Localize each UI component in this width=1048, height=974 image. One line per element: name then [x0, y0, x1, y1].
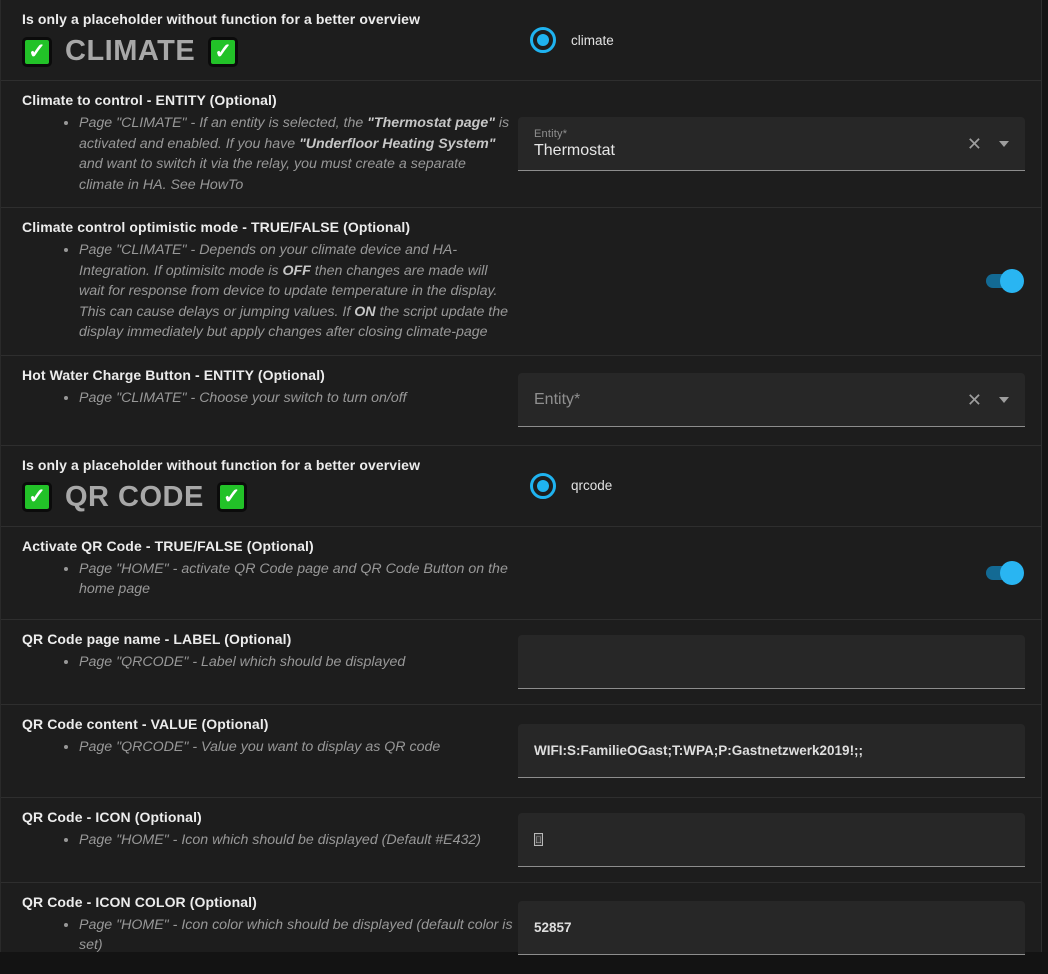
row-title: Activate QR Code - TRUE/FALSE (Optional) — [22, 537, 514, 556]
bullet-line: Page "HOME" - activate QR Code page and … — [79, 559, 514, 600]
row-description: Page "CLIMATE" - Depends on your climate… — [22, 240, 514, 343]
row-description: Page "CLIMATE" - Choose your switch to t… — [22, 388, 514, 409]
config-row-climate-header: Is only a placeholder without function f… — [1, 0, 1041, 80]
toggle-optimistic-mode[interactable] — [986, 269, 1024, 293]
clear-icon[interactable]: ✕ — [967, 391, 982, 409]
bullet-line: Page "CLIMATE" - If an entity is selecte… — [79, 113, 514, 195]
missing-glyph-icon:  — [534, 833, 543, 846]
row-title: Climate to control - ENTITY (Optional) — [22, 91, 514, 110]
field-label: Entity* — [534, 391, 967, 409]
row-description: Page "HOME" - Icon which should be displ… — [22, 830, 514, 851]
bullet-line: Page "CLIMATE" - Depends on your climate… — [79, 240, 514, 343]
radio-button-icon[interactable] — [530, 27, 556, 53]
config-row-qrcode-page-name: QR Code page name - LABEL (Optional) Pag… — [1, 619, 1041, 704]
check-emoji-icon: ✓ — [22, 37, 52, 67]
chevron-down-icon[interactable] — [999, 141, 1009, 147]
field-label: Entity* — [534, 128, 967, 140]
row-title: QR Code page name - LABEL (Optional) — [22, 630, 514, 649]
config-row-activate-qrcode: Activate QR Code - TRUE/FALSE (Optional)… — [1, 526, 1041, 619]
config-row-qrcode-header: Is only a placeholder without function f… — [1, 445, 1041, 526]
row-description: Page "HOME" - activate QR Code page and … — [22, 559, 514, 600]
check-emoji-icon: ✓ — [208, 37, 238, 67]
row-title: Climate control optimistic mode - TRUE/F… — [22, 218, 514, 237]
qrcode-page-name-input[interactable] — [518, 635, 1025, 689]
radio-label: climate — [571, 33, 614, 48]
entity-select-thermostat[interactable]: Entity* Thermostat ✕ — [518, 117, 1025, 171]
clear-icon[interactable]: ✕ — [967, 135, 982, 153]
config-row-hot-water-entity: Hot Water Charge Button - ENTITY (Option… — [1, 355, 1041, 445]
config-row-qrcode-icon: QR Code - ICON (Optional) Page "HOME" - … — [1, 797, 1041, 882]
radio-option-qrcode[interactable]: qrcode — [530, 473, 612, 499]
section-heading-qrcode: ✓ QR CODE ✓ — [22, 482, 514, 513]
row-description: Page "HOME" - Icon color which should be… — [22, 915, 514, 956]
config-row-climate-entity: Climate to control - ENTITY (Optional) P… — [1, 80, 1041, 207]
qrcode-content-input[interactable] — [518, 724, 1025, 778]
row-title: QR Code content - VALUE (Optional) — [22, 715, 514, 734]
placeholder-note: Is only a placeholder without function f… — [22, 456, 514, 475]
radio-option-climate[interactable]: climate — [530, 27, 614, 53]
qrcode-icon-input[interactable]:  — [518, 813, 1025, 867]
row-description: Page "CLIMATE" - If an entity is selecte… — [22, 113, 514, 195]
row-title: Hot Water Charge Button - ENTITY (Option… — [22, 366, 514, 385]
row-description: Page "QRCODE" - Label which should be di… — [22, 652, 514, 673]
bullet-line: Page "HOME" - Icon color which should be… — [79, 915, 514, 956]
config-row-qrcode-icon-color: QR Code - ICON COLOR (Optional) Page "HO… — [1, 882, 1041, 974]
section-heading-text: QR CODE — [65, 482, 204, 513]
radio-label: qrcode — [571, 478, 612, 493]
row-title: QR Code - ICON COLOR (Optional) — [22, 893, 514, 912]
bullet-line: Page "QRCODE" - Value you want to displa… — [79, 737, 514, 758]
scrollbar-track[interactable] — [1042, 0, 1048, 952]
toggle-activate-qrcode[interactable] — [986, 561, 1024, 585]
section-heading-climate: ✓ CLIMATE ✓ — [22, 36, 514, 67]
bullet-line: Page "QRCODE" - Label which should be di… — [79, 652, 514, 673]
bullet-line: Page "CLIMATE" - Choose your switch to t… — [79, 388, 514, 409]
entity-select-empty[interactable]: Entity* ✕ — [518, 373, 1025, 427]
qrcode-icon-color-input[interactable] — [518, 901, 1025, 955]
bullet-line: Page "HOME" - Icon which should be displ… — [79, 830, 514, 851]
row-description: Page "QRCODE" - Value you want to displa… — [22, 737, 514, 758]
check-emoji-icon: ✓ — [22, 482, 52, 512]
chevron-down-icon[interactable] — [999, 397, 1009, 403]
config-row-optimistic-mode: Climate control optimistic mode - TRUE/F… — [1, 207, 1041, 355]
radio-button-icon[interactable] — [530, 473, 556, 499]
field-value: Thermostat — [534, 142, 967, 160]
check-emoji-icon: ✓ — [217, 482, 247, 512]
row-title: QR Code - ICON (Optional) — [22, 808, 514, 827]
config-row-qrcode-content: QR Code content - VALUE (Optional) Page … — [1, 704, 1041, 797]
section-heading-text: CLIMATE — [65, 36, 195, 67]
placeholder-note: Is only a placeholder without function f… — [22, 10, 514, 29]
blueprint-config-card: Is only a placeholder without function f… — [0, 0, 1042, 952]
